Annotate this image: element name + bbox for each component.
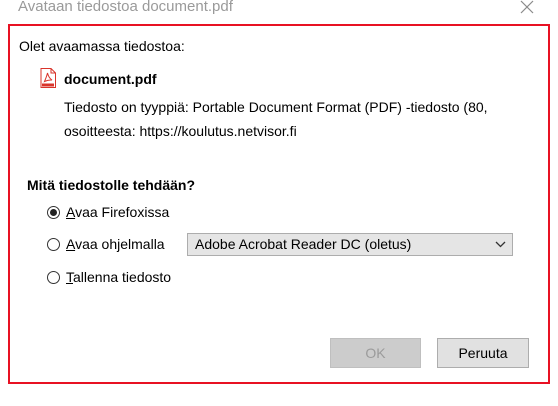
- application-select-value: Adobe Acrobat Reader DC (oletus): [195, 236, 412, 252]
- radio-label: Avaa ohjelmalla: [66, 236, 165, 252]
- dialog-window: Avataan tiedostoa document.pdf Olet avaa…: [0, 0, 558, 406]
- radio-label: Avaa Firefoxissa: [66, 204, 169, 220]
- radio-button[interactable]: [47, 237, 60, 251]
- title-bar: Avataan tiedostoa document.pdf: [0, 0, 558, 22]
- mnemonic: A: [66, 204, 76, 220]
- mnemonic: A: [66, 236, 76, 252]
- close-icon: [520, 0, 534, 14]
- radio-open-firefox[interactable]: Avaa Firefoxissa: [47, 203, 169, 221]
- radio-button[interactable]: [47, 205, 60, 219]
- close-button[interactable]: [512, 0, 542, 18]
- file-type-text: Tiedosto on tyyppiä: Portable Document F…: [64, 99, 488, 115]
- mnemonic: T: [66, 269, 73, 285]
- pdf-file-icon: [40, 68, 56, 88]
- window-title: Avataan tiedostoa document.pdf: [18, 0, 233, 15]
- label-rest: vaa Firefoxissa: [75, 204, 170, 220]
- chevron-down-icon: [495, 241, 506, 248]
- file-name: document.pdf: [64, 71, 157, 87]
- label-rest: vaa ohjelmalla: [75, 236, 165, 252]
- radio-button[interactable]: [47, 270, 60, 284]
- ok-button[interactable]: OK: [330, 338, 421, 368]
- radio-open-with[interactable]: Avaa ohjelmalla: [47, 235, 165, 253]
- intro-text: Olet avaamassa tiedostoa:: [19, 38, 185, 54]
- action-question: Mitä tiedostolle tehdään?: [27, 177, 196, 193]
- label-rest: allenna tiedosto: [73, 269, 172, 285]
- radio-label: Tallenna tiedosto: [66, 269, 171, 285]
- cancel-button[interactable]: Peruuta: [437, 338, 529, 368]
- radio-save-file[interactable]: Tallenna tiedosto: [47, 268, 171, 286]
- application-select[interactable]: Adobe Acrobat Reader DC (oletus): [187, 233, 513, 256]
- file-source-text: osoitteesta: https://koulutus.netvisor.f…: [64, 123, 297, 139]
